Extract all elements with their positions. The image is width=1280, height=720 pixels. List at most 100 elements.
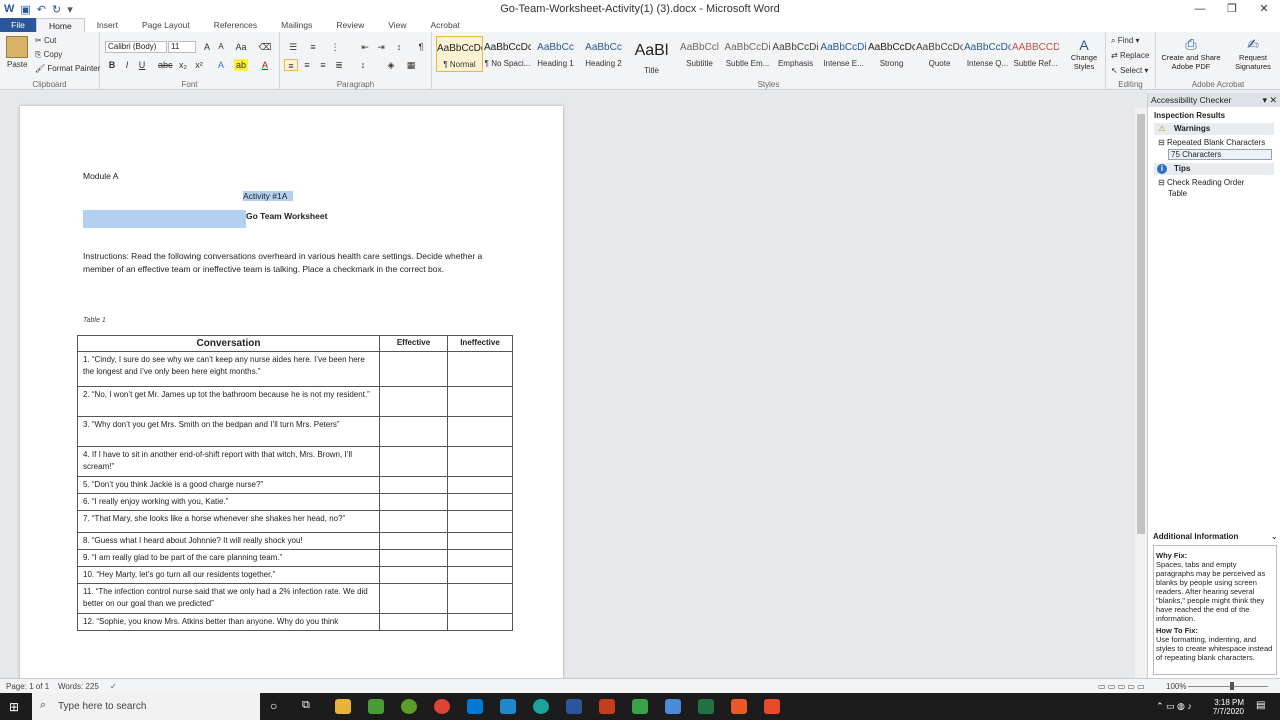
ineffective-cell[interactable] bbox=[447, 476, 513, 494]
conversation-table[interactable]: Conversation Effective Ineffective 1. “C… bbox=[77, 335, 513, 631]
minimize-icon[interactable]: — bbox=[1184, 0, 1216, 18]
font-size-combo[interactable]: 11 bbox=[168, 41, 196, 53]
zoom-slider[interactable] bbox=[1188, 686, 1268, 687]
highlight-icon[interactable]: ab bbox=[234, 59, 248, 71]
find-button[interactable]: ⌕ Find ▾ bbox=[1111, 36, 1140, 46]
decrease-indent-icon[interactable]: ⇤ bbox=[358, 41, 372, 53]
effective-cell[interactable] bbox=[379, 351, 448, 387]
vertical-scrollbar[interactable] bbox=[1135, 108, 1147, 678]
warnings-section[interactable]: ⚠ Warnings bbox=[1154, 123, 1274, 135]
effective-cell[interactable] bbox=[379, 549, 448, 567]
font-name-combo[interactable]: Calibri (Body) bbox=[105, 41, 167, 53]
app-c2-icon[interactable] bbox=[764, 699, 780, 714]
zoom-level[interactable]: 100% bbox=[1166, 682, 1186, 691]
warning-subitem[interactable]: 75 Characters bbox=[1168, 149, 1272, 160]
ineffective-cell[interactable] bbox=[447, 613, 513, 631]
paste-icon[interactable] bbox=[6, 36, 28, 58]
edge-icon[interactable] bbox=[533, 699, 549, 714]
tab-mailings[interactable]: Mailings bbox=[269, 18, 324, 32]
style-11[interactable]: AaBbCcDc Intense Q... bbox=[964, 36, 1011, 72]
ineffective-cell[interactable] bbox=[447, 566, 513, 584]
superscript-icon[interactable]: x² bbox=[192, 59, 206, 71]
cut-button[interactable]: ✂ Cut bbox=[35, 36, 56, 45]
app-w-icon[interactable] bbox=[401, 699, 417, 714]
sort-icon[interactable]: ↕ bbox=[392, 41, 406, 53]
document-area[interactable]: Module A Activity #1A Go Team Worksheet … bbox=[0, 91, 1147, 678]
tab-insert[interactable]: Insert bbox=[85, 18, 130, 32]
ineffective-cell[interactable] bbox=[447, 446, 513, 477]
page-count[interactable]: Page: 1 of 1 bbox=[6, 682, 49, 691]
clear-formatting-icon[interactable]: ⌫ bbox=[258, 41, 272, 53]
effective-cell[interactable] bbox=[379, 493, 448, 511]
document-page[interactable]: Module A Activity #1A Go Team Worksheet … bbox=[20, 106, 563, 678]
app-s2-icon[interactable] bbox=[731, 699, 747, 714]
text-effects-icon[interactable]: A bbox=[214, 59, 228, 71]
style-4[interactable]: AaBl Title bbox=[628, 36, 675, 75]
style-0[interactable]: AaBbCcDc ¶ Normal bbox=[436, 36, 483, 72]
font-color-icon[interactable]: A bbox=[258, 59, 272, 71]
cortana-icon[interactable]: ○ bbox=[270, 699, 277, 713]
app-feather-icon[interactable] bbox=[665, 699, 681, 714]
style-1[interactable]: AaBbCcDc ¶ No Spaci... bbox=[484, 36, 531, 72]
effective-cell[interactable] bbox=[379, 583, 448, 614]
subscript-icon[interactable]: x₂ bbox=[176, 59, 190, 71]
tab-file[interactable]: File bbox=[0, 18, 36, 32]
show-formatting-icon[interactable]: ¶ bbox=[414, 41, 428, 53]
app-s-icon[interactable] bbox=[500, 699, 516, 714]
view-buttons[interactable]: ▭ ▭ ▭ ▭ ▭ bbox=[1098, 682, 1145, 691]
effective-cell[interactable] bbox=[379, 416, 448, 447]
style-3[interactable]: AaBbCc Heading 2 bbox=[580, 36, 627, 72]
word-count[interactable]: Words: 225 bbox=[58, 682, 99, 691]
zoom-slider-thumb[interactable] bbox=[1230, 682, 1234, 690]
multilevel-list-icon[interactable]: ⋮ bbox=[328, 41, 342, 53]
shading-icon[interactable]: ◈ bbox=[384, 59, 398, 71]
tip-item[interactable]: ⊟ Check Reading Order bbox=[1158, 178, 1280, 187]
effective-cell[interactable] bbox=[379, 386, 448, 417]
underline-icon[interactable]: U bbox=[135, 59, 149, 71]
shrink-font-icon[interactable]: A bbox=[214, 41, 228, 53]
style-2[interactable]: AaBbCc Heading 1 bbox=[532, 36, 579, 72]
style-9[interactable]: AaBbCcDc Strong bbox=[868, 36, 915, 72]
style-7[interactable]: AaBbCcDi Emphasis bbox=[772, 36, 819, 72]
tab-page-layout[interactable]: Page Layout bbox=[130, 18, 202, 32]
replace-button[interactable]: ⇄ Replace bbox=[1111, 51, 1149, 60]
powerpoint-icon[interactable] bbox=[599, 699, 615, 714]
style-12[interactable]: AABBCCDC Subtle Ref... bbox=[1012, 36, 1059, 72]
proofing-icon[interactable]: ✓ bbox=[110, 682, 117, 691]
ineffective-cell[interactable] bbox=[447, 351, 513, 387]
task-view-icon[interactable]: ⧉ bbox=[302, 699, 310, 712]
word-taskbar-icon[interactable] bbox=[566, 699, 582, 714]
ineffective-cell[interactable] bbox=[447, 532, 513, 550]
ineffective-cell[interactable] bbox=[447, 386, 513, 417]
notifications-icon[interactable]: ▤ bbox=[1256, 700, 1265, 711]
tip-subitem[interactable]: Table bbox=[1168, 189, 1280, 198]
mail-icon[interactable] bbox=[467, 699, 483, 714]
change-case-icon[interactable]: Aa bbox=[234, 41, 248, 53]
borders-icon[interactable]: ▦ bbox=[404, 59, 418, 71]
align-left-icon[interactable]: ≡ bbox=[284, 59, 298, 71]
effective-cell[interactable] bbox=[379, 566, 448, 584]
line-spacing-icon[interactable]: ↕ bbox=[356, 59, 370, 71]
grow-font-icon[interactable]: A bbox=[200, 41, 214, 53]
tab-home[interactable]: Home bbox=[36, 18, 85, 32]
style-10[interactable]: AaBbCcDc Quote bbox=[916, 36, 963, 72]
ineffective-cell[interactable] bbox=[447, 510, 513, 533]
ineffective-cell[interactable] bbox=[447, 416, 513, 447]
style-6[interactable]: AaBbCcDi Subtle Em... bbox=[724, 36, 771, 72]
ineffective-cell[interactable] bbox=[447, 493, 513, 511]
app-c-icon[interactable] bbox=[632, 699, 648, 714]
tips-section[interactable]: i Tips bbox=[1154, 163, 1274, 175]
collapse-icon[interactable]: ⌄ bbox=[1271, 532, 1278, 541]
tab-acrobat[interactable]: Acrobat bbox=[419, 18, 472, 32]
style-5[interactable]: AaBbCcl Subtitle bbox=[676, 36, 723, 72]
effective-cell[interactable] bbox=[379, 613, 448, 631]
italic-icon[interactable]: I bbox=[120, 59, 134, 71]
align-center-icon[interactable]: ≡ bbox=[300, 59, 314, 71]
excel-icon[interactable] bbox=[698, 699, 714, 714]
close-icon[interactable]: ✕ bbox=[1248, 0, 1280, 18]
bullets-icon[interactable]: ☰ bbox=[286, 41, 300, 53]
request-signatures-button[interactable]: ✍ Request Signatures bbox=[1228, 36, 1278, 71]
effective-cell[interactable] bbox=[379, 476, 448, 494]
strikethrough-icon[interactable]: abc bbox=[158, 59, 173, 71]
warning-item[interactable]: ⊟ Repeated Blank Characters bbox=[1158, 138, 1280, 147]
